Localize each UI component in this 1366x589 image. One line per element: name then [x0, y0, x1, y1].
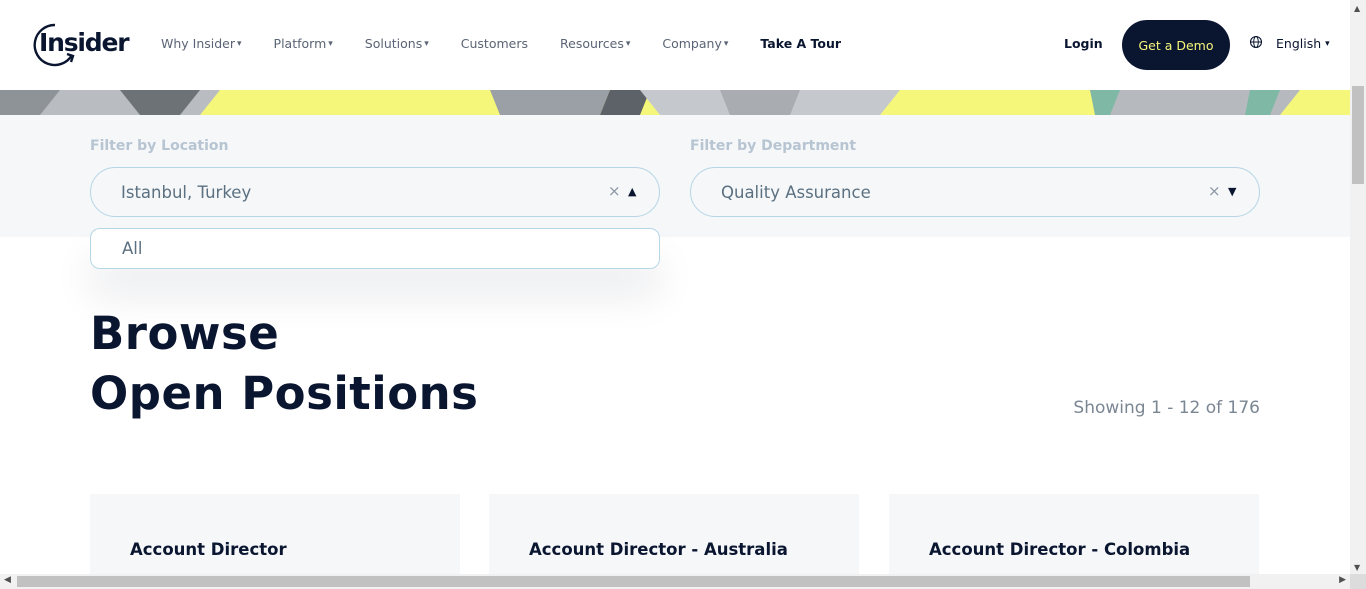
- caret-up-icon[interactable]: ▲: [628, 185, 636, 198]
- scroll-left-icon[interactable]: ◀: [4, 575, 11, 585]
- language-label: English: [1276, 36, 1322, 51]
- nav-label: Why Insider: [161, 36, 236, 51]
- title-line-2: Open Positions: [90, 367, 479, 420]
- clear-location-icon[interactable]: ×: [608, 182, 621, 200]
- get-a-demo-button[interactable]: Get a Demo: [1122, 20, 1230, 70]
- job-card[interactable]: Account Director - Colombia: [889, 494, 1259, 574]
- hero-image: [0, 90, 1350, 115]
- nav-solutions[interactable]: Solutions ▾: [365, 36, 429, 51]
- page-title: Browse Open Positions: [90, 304, 478, 424]
- nav-label: Resources: [560, 36, 624, 51]
- horizontal-scrollbar[interactable]: ◀ ▶: [0, 574, 1350, 589]
- nav-platform[interactable]: Platform ▾: [274, 36, 333, 51]
- nav-take-a-tour[interactable]: Take A Tour: [760, 36, 841, 51]
- nav-label: Customers: [460, 36, 528, 51]
- department-select-value: Quality Assurance: [721, 182, 871, 202]
- horizontal-scroll-thumb[interactable]: [17, 576, 1250, 587]
- caret-down-icon[interactable]: ▼: [1228, 185, 1236, 198]
- clear-department-icon[interactable]: ×: [1208, 182, 1221, 200]
- nav-why-insider[interactable]: Why Insider ▾: [161, 36, 242, 51]
- results-count: Showing 1 - 12 of 176: [1073, 398, 1260, 418]
- nav-company[interactable]: Company ▾: [662, 36, 728, 51]
- globe-icon[interactable]: [1249, 35, 1263, 49]
- caret-down-icon: ▾: [723, 38, 729, 49]
- main-nav: Why Insider ▾ Platform ▾ Solutions ▾ Cus…: [161, 36, 873, 51]
- location-filter-label: Filter by Location: [90, 138, 229, 154]
- nav-label: Take A Tour: [760, 36, 842, 51]
- scroll-up-icon[interactable]: ▲: [1354, 4, 1360, 13]
- vertical-scroll-thumb[interactable]: [1352, 86, 1364, 184]
- hero-image-graphic: [0, 90, 1350, 115]
- title-line-1: Browse: [90, 307, 280, 360]
- department-filter-label: Filter by Department: [690, 138, 857, 154]
- site-header: Insider Why Insider ▾ Platform ▾ Solutio…: [0, 0, 1350, 90]
- nav-label: Platform: [273, 36, 327, 51]
- nav-customers[interactable]: Customers: [461, 36, 528, 51]
- caret-down-icon: ▾: [328, 38, 333, 49]
- login-link[interactable]: Login: [1064, 36, 1103, 51]
- option-label: All: [122, 239, 143, 258]
- scroll-right-icon[interactable]: ▶: [1339, 575, 1346, 585]
- job-title: Account Director: [130, 540, 287, 559]
- location-option-all[interactable]: All: [90, 228, 660, 269]
- nav-label: Solutions: [364, 36, 423, 51]
- department-select[interactable]: Quality Assurance × ▼: [690, 167, 1260, 217]
- caret-down-icon: ▾: [237, 38, 242, 49]
- location-select-value: Istanbul, Turkey: [121, 182, 252, 202]
- job-title: Account Director - Australia: [529, 540, 788, 559]
- scroll-down-icon[interactable]: ▼: [1354, 563, 1360, 572]
- insider-logo[interactable]: Insider: [32, 22, 132, 68]
- job-card[interactable]: Account Director - Australia: [489, 494, 859, 574]
- job-card[interactable]: Account Director: [90, 494, 460, 574]
- nav-label: Company: [662, 36, 722, 51]
- language-selector[interactable]: English ▾: [1276, 36, 1330, 51]
- vertical-scrollbar[interactable]: ▲ ▼: [1350, 0, 1366, 574]
- caret-down-icon: ▾: [625, 38, 631, 49]
- scrollbar-corner: [1350, 574, 1366, 589]
- caret-down-icon: ▾: [424, 38, 429, 49]
- caret-down-icon: ▾: [1325, 38, 1330, 49]
- logo-text: Insider: [39, 28, 130, 57]
- job-title: Account Director - Colombia: [929, 540, 1191, 559]
- nav-resources[interactable]: Resources ▾: [560, 36, 630, 51]
- location-select[interactable]: Istanbul, Turkey × ▲: [90, 167, 660, 217]
